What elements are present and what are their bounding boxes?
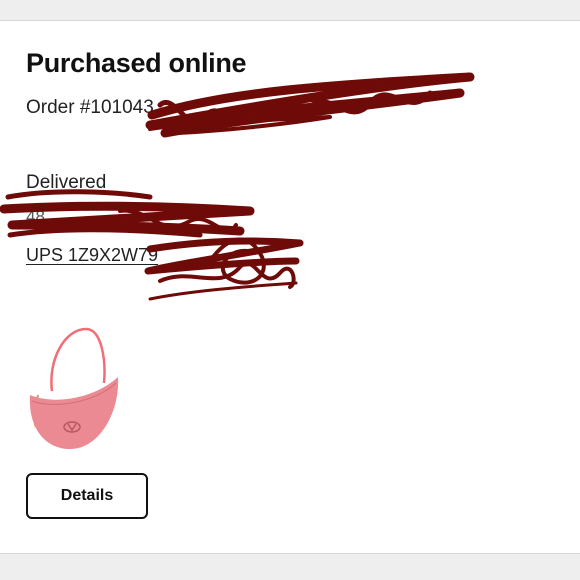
delivery-address: 48 [26,207,45,226]
page-title: Purchased online [26,48,247,78]
order-number: Order #101043 [26,97,154,118]
pink-handbag-image [29,327,119,449]
details-button[interactable]: Details [26,473,148,519]
delivery-status: Delivered [26,172,107,193]
order-card: Purchased online Order #101043 Delivered… [0,20,580,554]
tracking-link[interactable]: UPS 1Z9X2W79 [26,245,158,266]
